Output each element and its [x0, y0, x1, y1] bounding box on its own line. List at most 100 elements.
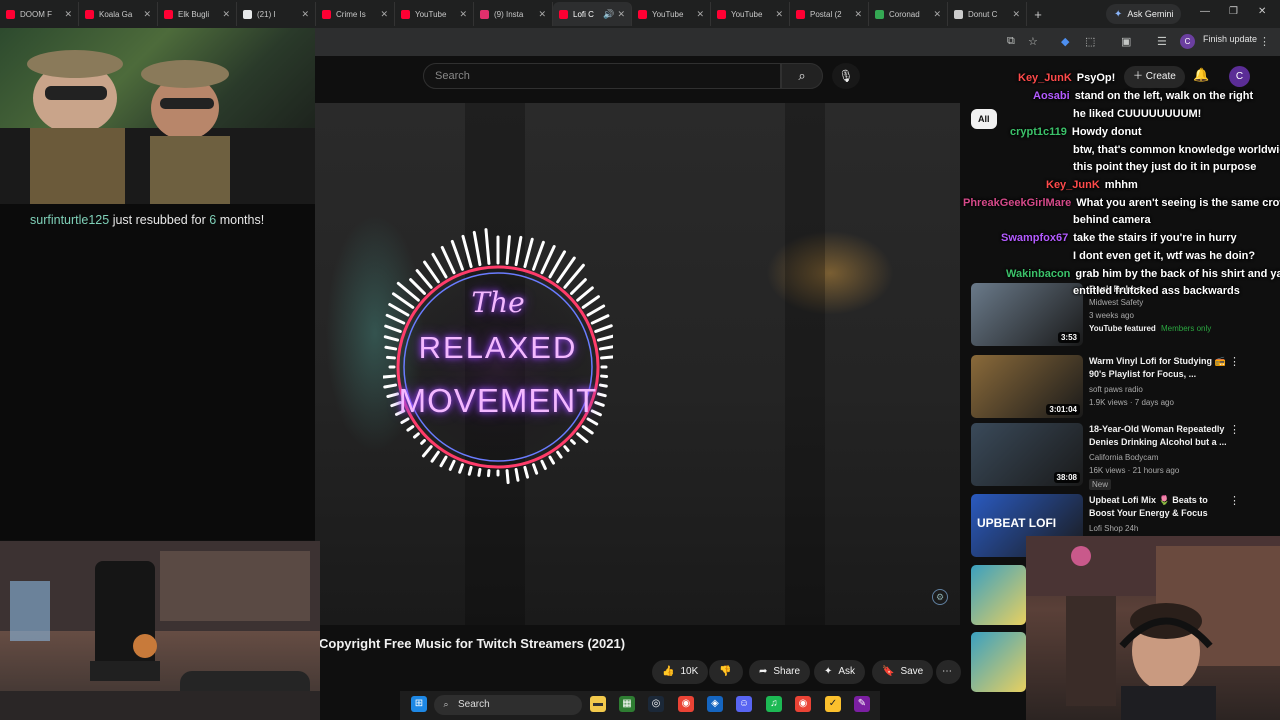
browser-tab[interactable]: (9) Insta ✕	[474, 2, 553, 26]
chat-text: Howdy donut	[1071, 126, 1142, 138]
browser-tab[interactable]: Coronad ✕	[869, 2, 948, 26]
audio-visualizer-bar	[430, 450, 440, 463]
close-tab-icon[interactable]: ✕	[933, 9, 941, 20]
create-button[interactable]: ＋ Create	[1124, 66, 1185, 88]
extensions-puzzle-icon[interactable]: ⬚	[1085, 35, 1095, 48]
more-options-icon[interactable]: ⋮	[1229, 355, 1240, 368]
youtube-search-input[interactable]: Search	[423, 63, 781, 89]
app-icon-blue[interactable]: ◈	[707, 696, 723, 712]
save-button[interactable]: 🔖 Save	[872, 660, 934, 684]
close-tab-icon[interactable]: ✕	[301, 9, 309, 20]
browser-tab[interactable]: (21) I ✕	[237, 2, 316, 26]
ask-button[interactable]: ✦ Ask	[814, 660, 866, 684]
video-thumbnail[interactable]: 3:53	[971, 283, 1083, 346]
discord-icon[interactable]: ☺	[736, 696, 752, 712]
taskbar-search[interactable]: Search	[434, 695, 582, 715]
minimize-icon[interactable]: —	[1200, 6, 1210, 17]
chat-text: What you aren't seeing is the same crowd	[1076, 197, 1280, 209]
close-tab-icon[interactable]: ✕	[1012, 9, 1020, 20]
browser-tab[interactable]: YouTube ✕	[395, 2, 474, 26]
dislike-button[interactable]: 👎	[709, 660, 743, 684]
close-tab-icon[interactable]: ✕	[380, 9, 388, 20]
close-tab-icon[interactable]: ✕	[459, 9, 467, 20]
share-button[interactable]: ➦ Share	[749, 660, 811, 684]
ask-gemini-button[interactable]: ✦ Ask Gemini	[1106, 4, 1182, 24]
browser-tab[interactable]: Elk Bugli ✕	[158, 2, 237, 26]
browser-menu-icon[interactable]: ⋮	[1259, 35, 1270, 48]
browser-tab[interactable]: Lofi C 🔊 ✕	[553, 2, 632, 26]
members-only-badge: Members only	[1161, 324, 1212, 333]
close-tab-icon[interactable]: ✕	[775, 9, 783, 20]
more-options-icon[interactable]: ⋮	[1229, 423, 1240, 436]
browser-toolbar: ⧉ ☆ ◆ ⬚ ▣ ☰ C Finish update ⋮	[315, 28, 1280, 56]
video-thumbnail[interactable]	[971, 632, 1026, 692]
chat-username: Wakinbacon	[1006, 268, 1071, 280]
maximize-icon[interactable]: ❐	[1229, 6, 1238, 17]
close-tab-icon[interactable]: ✕	[222, 9, 230, 20]
reading-list-icon[interactable]: ☰	[1157, 35, 1167, 48]
audio-visualizer-bar	[523, 465, 530, 479]
app-icon-green[interactable]: ▦	[619, 696, 635, 712]
notifications-bell-icon[interactable]: 🔔	[1193, 67, 1209, 83]
browser-tab[interactable]: Koala Ga ✕	[79, 2, 158, 26]
more-actions-button[interactable]: ⋯	[936, 660, 961, 684]
chat-username: Key_JunK	[1046, 179, 1100, 191]
microphone-icon[interactable]: 🎙	[832, 63, 860, 89]
like-count: 10K	[680, 666, 699, 677]
app-icon-purple[interactable]: ✎	[854, 696, 870, 712]
windows-start-icon[interactable]: ⊞	[411, 696, 427, 712]
tab-title: Lofi C	[573, 9, 594, 19]
video-title[interactable]: Upbeat Lofi Mix 🌷 Beats to Boost Your En…	[1089, 494, 1229, 520]
close-tab-icon[interactable]: ✕	[538, 9, 546, 20]
channel-name[interactable]: Lofi Shop 24h	[1089, 524, 1138, 533]
browser-tab[interactable]: Crime Is ✕	[316, 2, 395, 26]
extension-icon[interactable]: ◆	[1061, 35, 1069, 48]
close-window-icon[interactable]: ✕	[1258, 6, 1266, 17]
search-icon[interactable]: ⌕	[781, 63, 823, 89]
close-tab-icon[interactable]: ✕	[143, 9, 151, 20]
tab-title: YouTube	[652, 9, 684, 19]
bookmark-star-icon[interactable]: ☆	[1028, 35, 1038, 48]
youtube-account-avatar[interactable]: C	[1229, 66, 1250, 87]
close-tab-icon[interactable]: ✕	[696, 9, 704, 20]
browser-tab[interactable]: Donut C ✕	[948, 2, 1027, 26]
browser-tab[interactable]: YouTube ✕	[711, 2, 790, 26]
ask-gemini-label: Ask Gemini	[1127, 9, 1174, 19]
like-button[interactable]: 👍 10K	[652, 660, 708, 684]
channel-name[interactable]: soft paws radio	[1089, 385, 1143, 394]
video-title[interactable]: 18-Year-Old Woman Repeatedly Denies Drin…	[1089, 423, 1229, 449]
browser-tab[interactable]: YouTube ✕	[632, 2, 711, 26]
chrome-icon[interactable]: ◉	[678, 696, 694, 712]
finish-update-button[interactable]: Finish update	[1203, 34, 1257, 44]
close-tab-icon[interactable]: ✕	[64, 9, 72, 20]
file-explorer-icon[interactable]: ▬	[590, 696, 606, 712]
app-icon-yellow[interactable]: ✓	[825, 696, 841, 712]
audio-visualizer-bar	[406, 425, 415, 432]
more-options-icon[interactable]: ⋮	[1229, 494, 1240, 507]
browser-tab[interactable]: Postal (2 ✕	[790, 2, 869, 26]
audio-visualizer-bar	[440, 245, 456, 275]
chrome-active-icon[interactable]: ◉	[795, 696, 811, 712]
split-view-icon[interactable]: ▣	[1121, 35, 1131, 48]
new-tab-button[interactable]: +	[1027, 7, 1049, 22]
audio-visualizer-bar	[423, 260, 440, 284]
filter-chip-all[interactable]: All	[971, 109, 997, 129]
tab-audio-icon[interactable]: 🔊	[603, 9, 614, 20]
browser-profile-avatar[interactable]: C	[1180, 34, 1195, 49]
install-app-icon[interactable]: ⧉	[1007, 35, 1015, 48]
close-tab-icon[interactable]: ✕	[854, 9, 862, 20]
chat-text: mhhm	[1104, 179, 1138, 191]
close-tab-icon[interactable]: ✕	[617, 9, 625, 20]
player-settings-icon[interactable]: ⚙	[932, 589, 948, 605]
steam-icon[interactable]: ◎	[648, 696, 664, 712]
video-thumbnail[interactable]: 38:08	[971, 423, 1083, 486]
browser-tab[interactable]: DOOM F ✕	[0, 2, 79, 26]
audio-visualizer-bar	[458, 463, 464, 474]
audio-visualizer-bar	[477, 467, 482, 477]
channel-name[interactable]: Midwest Safety	[1089, 298, 1143, 307]
video-thumbnail[interactable]: 3:01:04	[971, 355, 1083, 418]
video-thumbnail[interactable]	[971, 565, 1026, 625]
spotify-icon[interactable]: ♫	[766, 696, 782, 712]
video-title[interactable]: Warm Vinyl Lofi for Studying 📻 90's Play…	[1089, 355, 1229, 381]
channel-name[interactable]: California Bodycam	[1089, 453, 1158, 462]
